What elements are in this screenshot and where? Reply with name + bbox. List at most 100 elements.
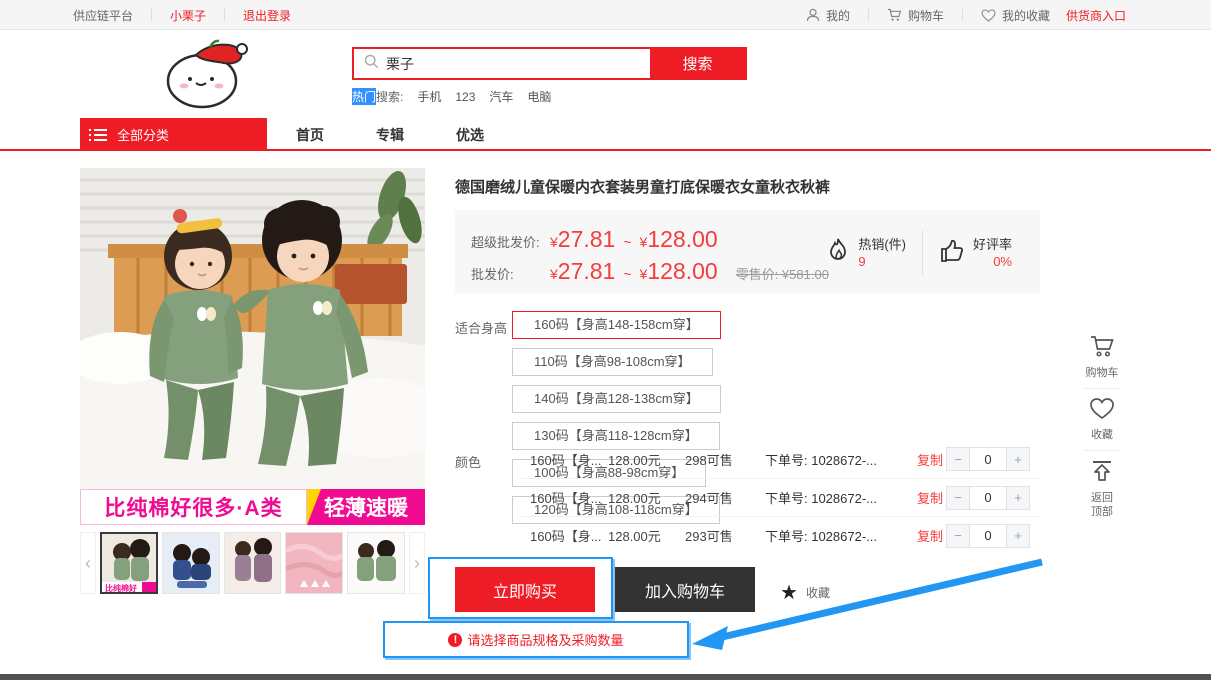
quantity-value[interactable]: 0 xyxy=(970,486,1006,510)
quantity-plus-button[interactable]: + xyxy=(1006,447,1030,471)
my-account-label: 我的 xyxy=(826,7,850,24)
thumbnail-5[interactable] xyxy=(347,532,405,594)
currency-symbol: ¥ xyxy=(550,234,558,250)
favorites-label: 我的收藏 xyxy=(1002,7,1050,24)
search-area: 搜索 热门 搜索: 手机 123 汽车 电脑 xyxy=(352,47,747,105)
divider xyxy=(151,9,152,21)
stats-area: 热销(件) 9 好评率 0% xyxy=(810,230,1028,276)
color-section-label: 颜色 xyxy=(455,452,481,471)
thumbnails-prev-button[interactable]: ‹ xyxy=(80,532,96,594)
sku-price: 128.00元 xyxy=(608,526,685,545)
side-cart-label: 购物车 xyxy=(1086,366,1119,380)
search-button[interactable]: 搜索 xyxy=(650,49,745,78)
sku-stock: 293可售 xyxy=(685,526,765,545)
copy-button[interactable]: 复制 xyxy=(917,450,943,469)
cart-icon xyxy=(1089,334,1115,363)
super-wholesale-row: 超级批发价: ¥ 27.81 ~ ¥ 128.00 xyxy=(471,226,718,253)
rating-label: 好评率 xyxy=(973,236,1012,253)
sku-stock: 294可售 xyxy=(685,488,765,507)
thumbnail-3[interactable] xyxy=(224,532,282,594)
thumbnail-2[interactable] xyxy=(162,532,220,594)
cart-link[interactable]: 购物车 xyxy=(887,7,944,24)
side-cart-button[interactable]: 购物车 xyxy=(1086,326,1119,388)
supplier-entry-link[interactable]: 供货商入口 xyxy=(1066,7,1126,24)
platform-link[interactable]: 供应链平台 xyxy=(73,7,133,24)
site-logo[interactable] xyxy=(150,37,260,113)
all-categories-button[interactable]: 全部分类 xyxy=(80,118,267,151)
thumbnail-strip: ‹ 比纯棉好 › xyxy=(80,530,425,596)
topbar: 供应链平台 小栗子 退出登录 我的 购物车 我的收藏 供货商入口 xyxy=(0,0,1211,30)
add-to-cart-button[interactable]: 加入购物车 xyxy=(615,567,755,612)
sku-row-3: 160码【身... 128.00元 293可售 下单号: 1028672-...… xyxy=(520,516,1040,554)
product-gallery: 比纯棉好很多·A类 轻薄速暖 ‹ 比纯棉好 › xyxy=(80,168,425,525)
price-max: 128.00 xyxy=(647,258,717,285)
search-input[interactable] xyxy=(386,56,616,72)
annotation-box-buy-now xyxy=(428,557,613,619)
size-option-110[interactable]: 110码【身高98-108cm穿】 xyxy=(512,348,713,376)
quantity-value[interactable]: 0 xyxy=(970,447,1006,471)
back-to-top-button[interactable]: 返回顶部 xyxy=(1089,451,1115,527)
star-icon: ★ xyxy=(780,580,798,605)
size-option-140[interactable]: 140码【身高128-138cm穿】 xyxy=(512,385,721,413)
all-categories-label: 全部分类 xyxy=(117,125,169,144)
copy-button[interactable]: 复制 xyxy=(917,526,943,545)
product-image[interactable] xyxy=(80,168,425,489)
thumbnail-1[interactable]: 比纯棉好 xyxy=(100,532,158,594)
my-account-link[interactable]: 我的 xyxy=(806,7,850,24)
footer-bar xyxy=(0,674,1211,680)
side-favorite-button[interactable]: 收藏 xyxy=(1089,389,1115,450)
favorite-button[interactable]: ★ 收藏 xyxy=(780,580,830,605)
main-nav: 全部分类 首页 专辑 优选 xyxy=(0,118,1211,151)
quantity-plus-button[interactable]: + xyxy=(1006,486,1030,510)
hot-keyword[interactable]: 123 xyxy=(455,90,475,104)
divider xyxy=(224,9,225,21)
sku-list: 160码【身... 128.00元 298可售 下单号: 1028672-...… xyxy=(520,440,1040,554)
rating-value: 0% xyxy=(973,253,1012,270)
flame-icon xyxy=(826,237,850,270)
quantity-minus-button[interactable]: − xyxy=(946,486,970,510)
wholesale-label: 批发价: xyxy=(471,264,550,283)
hot-keyword[interactable]: 手机 xyxy=(417,88,441,105)
favorites-link[interactable]: 我的收藏 xyxy=(981,7,1050,24)
promo-banner-left-text: 比纯棉好很多·A类 xyxy=(80,489,307,525)
sku-row-2: 160码【身... 128.00元 294可售 下单号: 1028672-...… xyxy=(520,478,1040,516)
price-range-tilde: ~ xyxy=(623,234,631,250)
quantity-plus-button[interactable]: + xyxy=(1006,524,1030,548)
quantity-minus-button[interactable]: − xyxy=(946,447,970,471)
currency-symbol: ¥ xyxy=(640,234,648,250)
copy-button[interactable]: 复制 xyxy=(917,488,943,507)
nav-item-albums[interactable]: 专辑 xyxy=(376,125,404,145)
promo-banner[interactable]: 比纯棉好很多·A类 轻薄速暖 xyxy=(80,489,425,525)
promo-banner-right-text: 轻薄速暖 xyxy=(307,489,425,525)
user-icon xyxy=(806,8,820,22)
search-box: 搜索 xyxy=(352,47,747,80)
cart-icon xyxy=(887,8,902,22)
nav-item-home[interactable]: 首页 xyxy=(296,125,324,145)
super-price-min: 27.81 xyxy=(558,226,616,253)
size-option-160[interactable]: 160码【身高148-158cm穿】 xyxy=(512,311,721,339)
username-link[interactable]: 小栗子 xyxy=(170,7,206,24)
quantity-value[interactable]: 0 xyxy=(970,524,1006,548)
thumbnails-next-button[interactable]: › xyxy=(409,532,425,594)
hot-search-label: 搜索: xyxy=(376,88,403,105)
price-box: 超级批发价: ¥ 27.81 ~ ¥ 128.00 批发价: ¥ 27.81 ~… xyxy=(455,210,1040,293)
product-title: 德国磨绒儿童保暖内衣套装男童打底保暖衣女童秋衣秋裤 xyxy=(455,176,1040,197)
back-to-top-label: 返回顶部 xyxy=(1091,491,1113,519)
rating-stat: 好评率 0% xyxy=(923,236,1028,270)
logout-link[interactable]: 退出登录 xyxy=(243,7,291,24)
thumbnail-4[interactable] xyxy=(285,532,343,594)
heart-icon xyxy=(981,9,996,22)
hot-keyword[interactable]: 电脑 xyxy=(527,88,551,105)
heart-icon xyxy=(1089,397,1115,425)
nav-item-featured[interactable]: 优选 xyxy=(456,125,484,145)
quantity-stepper: − 0 + xyxy=(946,486,1030,510)
quantity-minus-button[interactable]: − xyxy=(946,524,970,548)
divider xyxy=(868,9,869,21)
warning-icon: ! xyxy=(448,633,462,647)
hot-keyword[interactable]: 汽车 xyxy=(489,88,513,105)
cart-label: 购物车 xyxy=(908,7,944,24)
favorite-label: 收藏 xyxy=(806,584,830,601)
search-input-area xyxy=(354,49,650,78)
side-favorite-label: 收藏 xyxy=(1091,428,1113,442)
sku-name: 160码【身... xyxy=(520,526,608,545)
